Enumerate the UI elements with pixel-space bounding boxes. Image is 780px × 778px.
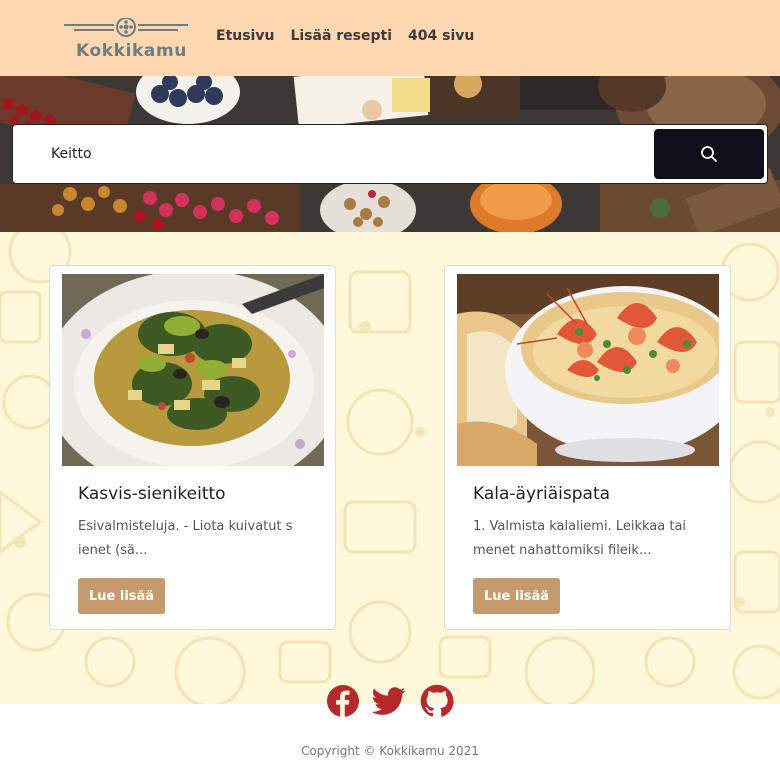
recipe-card: Kala-äyriäispata 1. Valmista kalaliemi. … bbox=[444, 265, 731, 630]
social-links bbox=[0, 684, 780, 724]
recipe-image[interactable] bbox=[457, 274, 719, 466]
recipe-title[interactable]: Kala-äyriäispata bbox=[473, 484, 610, 504]
github-icon bbox=[420, 684, 454, 717]
copyright-text: Copyright © Kokkikamu 2021 bbox=[301, 744, 479, 758]
search-icon bbox=[701, 146, 717, 162]
recipe-card: Kasvis-sienikeitto Esivalmisteluja. - Li… bbox=[49, 265, 336, 630]
seafood-stew-photo bbox=[457, 274, 719, 466]
github-link[interactable] bbox=[420, 684, 454, 720]
nav-link-add-recipe[interactable]: Lisää resepti bbox=[290, 28, 392, 44]
search-input[interactable] bbox=[14, 126, 650, 182]
recipe-excerpt: 1. Valmista kalaliemi. Leikkaa tai menet… bbox=[473, 519, 687, 558]
nav-link-404[interactable]: 404 sivu bbox=[408, 28, 474, 44]
twitter-link[interactable] bbox=[371, 684, 406, 720]
nav-links: Etusivu Lisää resepti 404 sivu bbox=[216, 28, 474, 44]
recipe-title[interactable]: Kasvis-sienikeitto bbox=[78, 484, 226, 504]
facebook-link[interactable] bbox=[326, 684, 360, 720]
read-more-button[interactable]: Lue lisää bbox=[473, 578, 561, 614]
soup-plate-photo bbox=[62, 274, 324, 466]
hero-banner bbox=[0, 76, 780, 232]
recipe-excerpt: Esivalmisteluja. - Liota kuivatut s iene… bbox=[78, 519, 293, 558]
logo[interactable]: Kokkikamu bbox=[64, 14, 190, 64]
twitter-icon bbox=[371, 687, 406, 715]
brand-name: Kokkikamu bbox=[76, 41, 187, 61]
search-bar bbox=[12, 124, 768, 184]
recipe-results: Kasvis-sienikeitto Esivalmisteluja. - Li… bbox=[0, 232, 780, 704]
logo-wheel-icon bbox=[64, 18, 188, 37]
search-button[interactable] bbox=[654, 129, 764, 179]
nav-link-home[interactable]: Etusivu bbox=[216, 28, 274, 44]
recipe-image[interactable] bbox=[62, 274, 324, 466]
read-more-button[interactable]: Lue lisää bbox=[78, 578, 166, 614]
facebook-icon bbox=[327, 685, 359, 717]
navbar: Kokkikamu Etusivu Lisää resepti 404 sivu bbox=[0, 0, 780, 76]
